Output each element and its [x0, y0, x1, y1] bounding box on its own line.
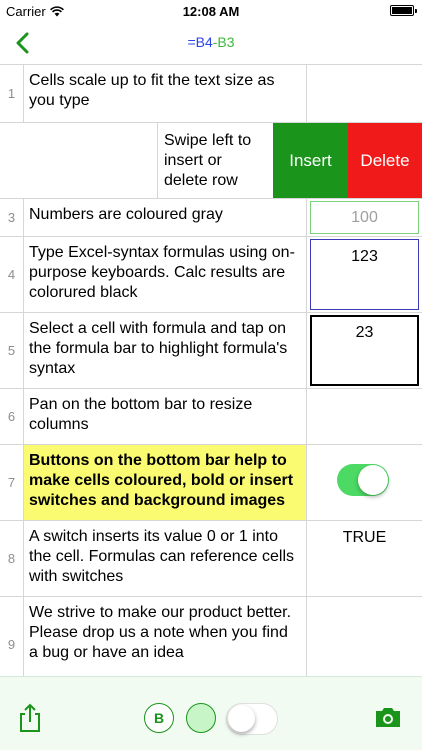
table-row[interactable]: 8 A switch inserts its value 0 or 1 into… [0, 521, 422, 597]
row-number: 9 [0, 597, 24, 676]
cell-b3-value: 100 [310, 201, 419, 234]
battery-icon [390, 5, 417, 16]
cell-color-button[interactable] [186, 703, 216, 733]
status-bar: Carrier 12:08 AM [0, 0, 422, 22]
row-number: 6 [0, 389, 24, 444]
swiped-row-blank [0, 123, 158, 198]
table-row[interactable]: 4 Type Excel-syntax formulas using on-pu… [0, 237, 422, 313]
cell-a8[interactable]: A switch inserts its value 0 or 1 into t… [24, 521, 307, 596]
row-number: 5 [0, 313, 24, 388]
cell-b9[interactable] [307, 597, 422, 676]
cell-a9[interactable]: We strive to make our product better. Pl… [24, 597, 307, 676]
cell-a1[interactable]: Cells scale up to fit the text size as y… [24, 65, 307, 122]
table-row[interactable]: 1 Cells scale up to fit the text size as… [0, 65, 422, 123]
row-number: 3 [0, 199, 24, 236]
table-row[interactable]: 5 Select a cell with formula and tap on … [0, 313, 422, 389]
row-number: 8 [0, 521, 24, 596]
cell-b4-value: 123 [310, 239, 419, 310]
delete-row-button[interactable]: Delete [348, 123, 422, 198]
nav-bar: =B4-B3 [0, 22, 422, 64]
switch-knob [358, 465, 388, 495]
row-number: 7 [0, 445, 24, 520]
camera-icon[interactable] [374, 705, 402, 729]
formula-ref-a: B4 [195, 34, 213, 50]
spreadsheet-grid[interactable]: 1 Cells scale up to fit the text size as… [0, 64, 422, 676]
cell-a6[interactable]: Pan on the bottom bar to resize columns [24, 389, 307, 444]
switch-knob [228, 705, 255, 732]
table-row[interactable]: 6 Pan on the bottom bar to resize column… [0, 389, 422, 445]
cell-b1[interactable] [307, 65, 422, 122]
formula-bar[interactable]: =B4-B3 [0, 34, 422, 50]
bottom-toolbar[interactable]: B [0, 676, 422, 750]
cell-b5-value: 23 [310, 315, 419, 386]
cell-a7[interactable]: Buttons on the bottom bar help to make c… [24, 445, 307, 520]
swiped-row[interactable]: Swipe left to insert or delete row Inser… [0, 123, 422, 199]
cell-b4[interactable]: 123 [307, 237, 422, 312]
formula-ref-b: B3 [217, 34, 235, 50]
cell-b7[interactable] [307, 445, 422, 520]
cell-a5[interactable]: Select a cell with formula and tap on th… [24, 313, 307, 388]
cell-a3[interactable]: Numbers are coloured gray [24, 199, 307, 236]
row-number: 1 [0, 65, 24, 122]
insert-row-button[interactable]: Insert [273, 123, 348, 198]
cell-switch-toggle[interactable] [337, 464, 389, 496]
formula-prefix: = [187, 34, 196, 50]
cell-b8[interactable]: TRUE [307, 521, 422, 596]
row-number: 4 [0, 237, 24, 312]
cell-a4[interactable]: Type Excel-syntax formulas using on-purp… [24, 237, 307, 312]
table-row[interactable]: 7 Buttons on the bottom bar help to make… [0, 445, 422, 521]
table-row[interactable]: 9 We strive to make our product better. … [0, 597, 422, 676]
cell-b3[interactable]: 100 [307, 199, 422, 236]
insert-switch-toggle[interactable] [226, 703, 278, 735]
cell-b6[interactable] [307, 389, 422, 444]
status-time: 12:08 AM [182, 4, 240, 19]
cell-a2[interactable]: Swipe left to insert or delete row [158, 123, 273, 198]
cell-b5[interactable]: 23 [307, 313, 422, 388]
bold-button[interactable]: B [144, 703, 174, 733]
table-row[interactable]: 3 Numbers are coloured gray 100 [0, 199, 422, 237]
share-icon[interactable] [16, 703, 44, 733]
